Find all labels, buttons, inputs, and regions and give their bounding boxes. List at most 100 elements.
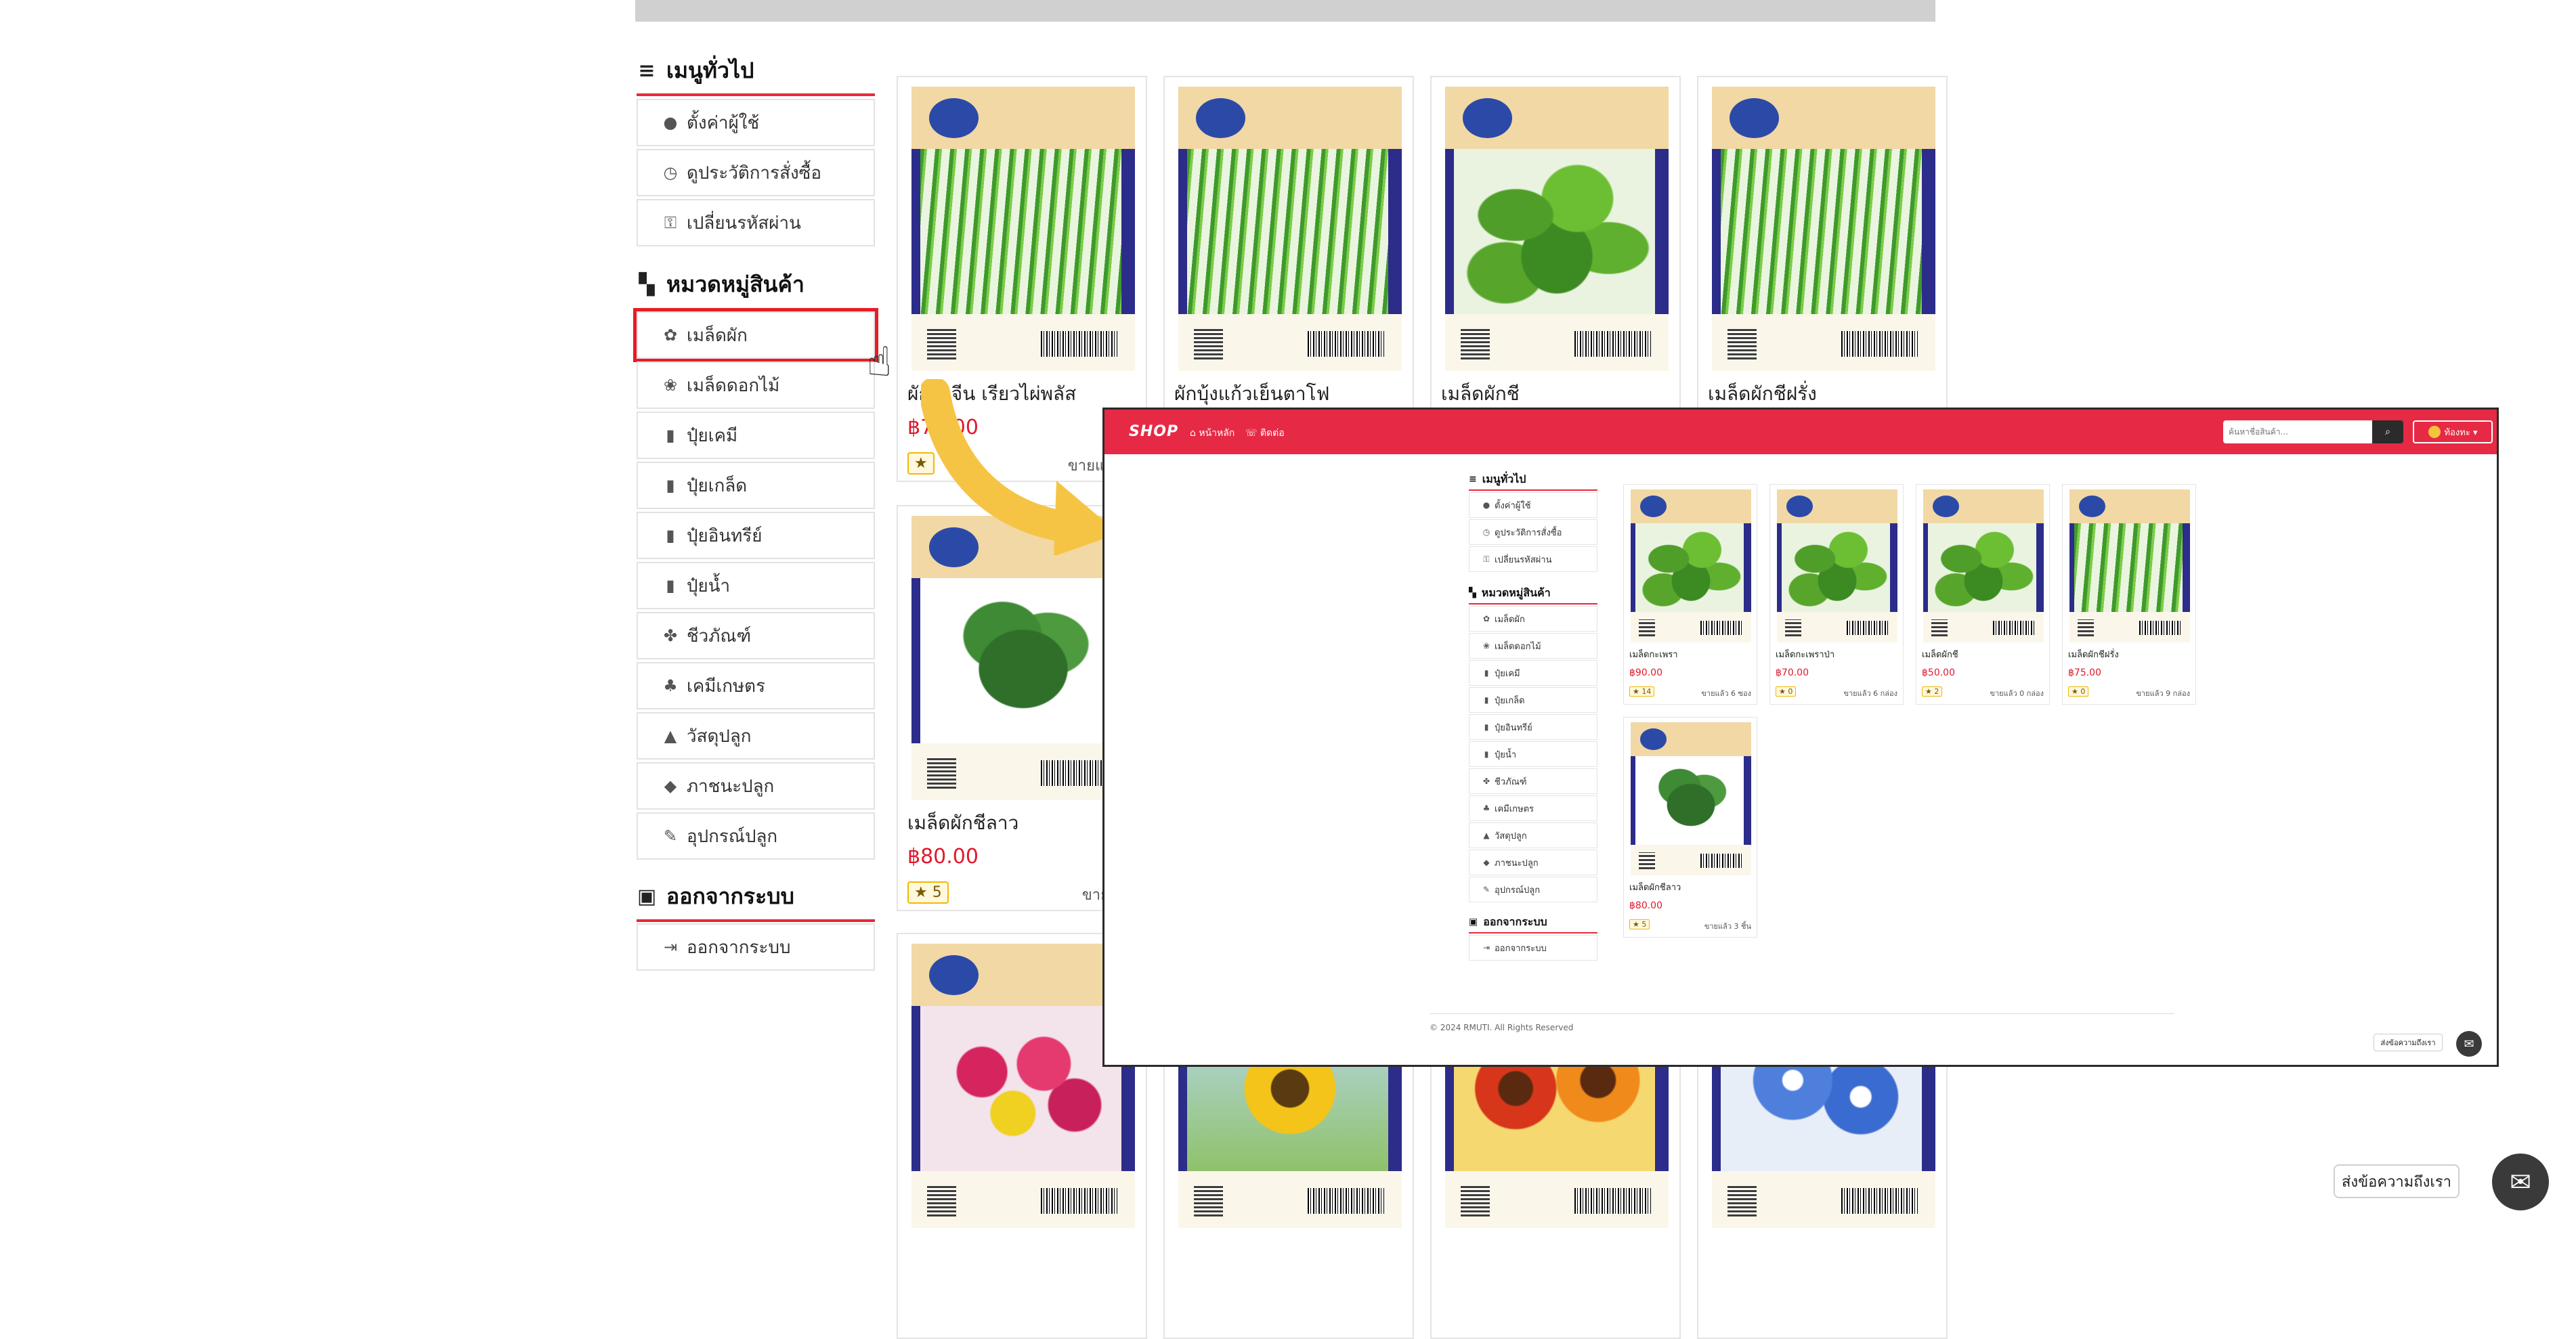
sidebar-item-category-4[interactable]: ▮ ปุ๋ยอินทรีย์ [637, 512, 875, 559]
chat-bubble-icon[interactable]: ✉ [2492, 1154, 2549, 1210]
overlay-sidebar-item-general-1[interactable]: ◷ ดูประวัติการสั่งซื้อ [1469, 519, 1597, 545]
product-image[interactable] [1631, 722, 1751, 875]
product-image[interactable] [911, 944, 1135, 1228]
shop-logo[interactable]: SHOP [1129, 423, 1178, 440]
sidebar-item-general-1[interactable]: ◷ ดูประวัติการสั่งซื้อ [637, 149, 875, 196]
overlay-sidebar-item-general-2[interactable]: ⚿ เปลี่ยนรหัสผ่าน [1469, 546, 1597, 572]
product-image[interactable] [1777, 489, 1897, 642]
overlay-sidebar-item-category-4[interactable]: ▮ ปุ๋ยอินทรีย์ [1469, 714, 1597, 740]
overlay-sidebar-item-category-3[interactable]: ▮ ปุ๋ยเกล็ด [1469, 687, 1597, 713]
overlay-sidebar-item-category-8[interactable]: ▲ วัสดุปลูก [1469, 822, 1597, 848]
product-name[interactable]: เมล็ดกะเพรา [1629, 647, 1678, 661]
product-image[interactable] [2069, 489, 2190, 642]
sidebar-item-category-8[interactable]: ▲ วัสดุปลูก [637, 712, 875, 760]
footer-divider [1430, 1013, 2174, 1014]
overlay-product-card[interactable]: เมล็ดผักชีลาว ฿80.00 ★ 5 ขายแล้ว 3 ชิ้น [1623, 717, 1757, 938]
flower-icon: ❀ [663, 376, 678, 395]
chat-icon[interactable]: ✉ [2456, 1031, 2482, 1057]
bio-product-icon: ✤ [1482, 776, 1490, 786]
sold-count: ขายแล้ว 0 กล่อง [1990, 689, 2044, 698]
bio-product-icon: ✤ [663, 626, 678, 645]
overlay-general-menu-title: ≡ เมนูทั่วไป [1469, 472, 1526, 485]
product-image[interactable] [1631, 489, 1751, 642]
user-circle-icon: ● [663, 113, 678, 132]
product-image[interactable] [1178, 87, 1402, 371]
sidebar-item-category-1[interactable]: ❀ เมล็ดดอกไม้ [637, 361, 875, 409]
overlay-navbar: SHOP ⌂ หน้าหลัก ☏ ติดต่อ ⌕ ท้องทะ ▾ [1104, 410, 2497, 454]
flake-fertilizer-icon: ▮ [1484, 695, 1489, 705]
sold-count: ขายแล้ว 6 กล่อง [1843, 689, 1897, 698]
rating-badge: ★ 5 [1629, 919, 1650, 929]
annotation-arrow [921, 379, 1119, 555]
organic-fertilizer-icon: ▮ [1484, 722, 1489, 732]
product-image[interactable] [911, 516, 1135, 800]
product-name[interactable]: เมล็ดผักชี [1922, 647, 1958, 661]
sidebar-item-logout[interactable]: ⇥ ออกจากระบบ [637, 923, 875, 971]
overlay-sidebar-item-category-10[interactable]: ✎ อุปกรณ์ปลูก [1469, 877, 1597, 902]
seeds-icon: ✿ [663, 326, 678, 345]
overlay-product-card[interactable]: เมล็ดผักชี ฿50.00 ★ 2 ขายแล้ว 0 กล่อง [1916, 484, 2050, 705]
sidebar-item-category-2[interactable]: ▮ ปุ๋ยเคมี [637, 412, 875, 459]
hand-pointer-cursor-icon: ☝ [867, 338, 892, 386]
logout-icon: ⇥ [663, 938, 678, 957]
product-name[interactable]: เมล็ดกะเพราป่า [1776, 647, 1834, 661]
overlay-sidebar-item-category-2[interactable]: ▮ ปุ๋ยเคมี [1469, 660, 1597, 686]
product-price: ฿70.00 [1776, 667, 1809, 678]
product-price: ฿80.00 [907, 845, 979, 869]
sidebar-item-category-6[interactable]: ✤ ชีวภัณฑ์ [637, 612, 875, 659]
overlay-logout-menu-title: ▣ ออกจากระบบ [1469, 915, 1547, 928]
product-price: ฿50.00 [1922, 667, 1955, 678]
footer-copyright: © 2024 RMUTI. All Rights Reserved [1430, 1023, 1574, 1032]
contact-us-button[interactable]: ส่งข้อความถึงเรา [2374, 1034, 2443, 1051]
search-input[interactable] [2223, 420, 2372, 443]
overlay-sidebar-item-logout[interactable]: ⇥ ออกจากระบบ [1469, 935, 1597, 961]
history-icon: ◷ [1482, 527, 1490, 537]
sidebar-item-category-5[interactable]: ▮ ปุ๋ยน้ำ [637, 562, 875, 609]
product-price: ฿80.00 [1629, 900, 1662, 911]
overlay-product-card[interactable]: เมล็ดผักชีฝรั่ง ฿75.00 ★ 0 ขายแล้ว 9 กล่อง [2062, 484, 2196, 705]
sidebar-item-general-0[interactable]: ● ตั้งค่าผู้ใช้ [637, 99, 875, 146]
general-menu-title: ≡ เมนูทั่วไป [637, 56, 875, 86]
chat-label-button[interactable]: ส่งข้อความถึงเรา [2334, 1164, 2460, 1198]
sidebar-item-category-9[interactable]: ◆ ภาชนะปลูก [637, 762, 875, 810]
product-name[interactable]: เมล็ดผักชีฝรั่ง [1708, 379, 1817, 409]
overlay-product-card[interactable]: เมล็ดกะเพรา ฿90.00 ★ 14 ขายแล้ว 6 ซอง [1623, 484, 1757, 705]
rating-badge: ★ 0 [2068, 686, 2089, 697]
sidebar-item-category-3[interactable]: ▮ ปุ๋ยเกล็ด [637, 462, 875, 509]
nav-home-link[interactable]: ⌂ หน้าหลัก [1190, 426, 1235, 441]
sidebar-item-general-2[interactable]: ⚿ เปลี่ยนรหัสผ่าน [637, 199, 875, 246]
overlay-sidebar-item-category-6[interactable]: ✤ ชีวภัณฑ์ [1469, 768, 1597, 794]
product-image[interactable] [1923, 489, 2044, 642]
search-button[interactable]: ⌕ [2372, 420, 2403, 443]
pot-icon: ◆ [1483, 858, 1490, 867]
nav-contact-link[interactable]: ☏ ติดต่อ [1245, 426, 1285, 441]
overlay-product-card[interactable]: เมล็ดกะเพราป่า ฿70.00 ★ 0 ขายแล้ว 6 กล่อง [1769, 484, 1904, 705]
product-image[interactable] [1712, 87, 1935, 371]
product-price: ฿75.00 [2068, 667, 2101, 678]
overlay-sidebar-item-category-9[interactable]: ◆ ภาชนะปลูก [1469, 850, 1597, 875]
category-menu-title: ▚ หมวดหมู่สินค้า [637, 269, 875, 300]
product-name[interactable]: เมล็ดผักชีฝรั่ง [2068, 647, 2119, 661]
logout-box-icon: ▣ [1469, 917, 1478, 927]
user-menu-button[interactable]: ท้องทะ ▾ [2413, 420, 2493, 443]
product-name[interactable]: เมล็ดผักชีลาว [1629, 880, 1681, 894]
product-name[interactable]: เมล็ดผักชีลาว [907, 808, 1018, 838]
agrochemical-icon: ♣ [1482, 804, 1490, 813]
logout-menu-rule [637, 919, 875, 922]
soil-icon: ▲ [1483, 831, 1490, 840]
sidebar-item-category-0[interactable]: ✿ เมล็ดผัก [633, 308, 878, 362]
overlay-sidebar-item-category-0[interactable]: ✿ เมล็ดผัก [1469, 606, 1597, 632]
product-image[interactable] [1445, 87, 1669, 371]
product-image[interactable] [911, 87, 1135, 371]
overlay-sidebar-item-general-0[interactable]: ● ตั้งค่าผู้ใช้ [1469, 492, 1597, 518]
sidebar-item-category-7[interactable]: ♣ เคมีเกษตร [637, 662, 875, 709]
overlay-sidebar-item-category-7[interactable]: ♣ เคมีเกษตร [1469, 795, 1597, 821]
product-name[interactable]: ผักบุ้งแก้วเย็นตาโฟ [1174, 379, 1329, 409]
key-icon: ⚿ [1483, 554, 1490, 564]
product-price: ฿90.00 [1629, 667, 1662, 678]
product-name[interactable]: เมล็ดผักชี [1441, 379, 1520, 409]
overlay-sidebar-item-category-5[interactable]: ▮ ปุ๋ยน้ำ [1469, 741, 1597, 767]
sidebar-item-category-10[interactable]: ✎ อุปกรณ์ปลูก [637, 812, 875, 860]
logout-box-icon: ▣ [637, 885, 657, 908]
overlay-sidebar-item-category-1[interactable]: ❀ เมล็ดดอกไม้ [1469, 633, 1597, 659]
